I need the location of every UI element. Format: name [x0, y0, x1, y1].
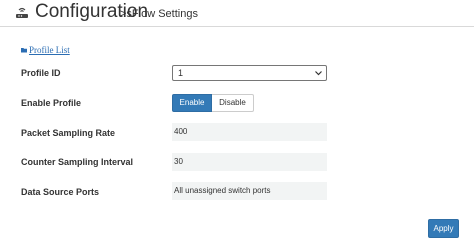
apply-button[interactable]: Apply	[428, 219, 459, 238]
page-subtitle: >sFlow Settings	[120, 8, 198, 20]
router-icon	[16, 7, 28, 18]
enable-profile-label: Enable Profile	[21, 98, 82, 108]
enable-button[interactable]: Enable	[172, 94, 212, 112]
profile-id-label: Profile ID	[21, 68, 61, 78]
enable-profile-toggle: Enable Disable	[172, 94, 254, 112]
packet-sampling-rate-input[interactable]: 400	[172, 123, 327, 141]
counter-sampling-interval-label: Counter Sampling Interval	[21, 157, 134, 167]
counter-sampling-interval-input[interactable]: 30	[172, 153, 327, 171]
page-header: Configuration >sFlow Settings	[0, 0, 474, 27]
disable-button[interactable]: Disable	[212, 94, 254, 112]
profile-list-label[interactable]: Profile List	[29, 45, 70, 55]
data-source-ports-field[interactable]: All unassigned switch ports	[172, 182, 327, 200]
profile-id-select[interactable]: 1	[172, 65, 327, 81]
profile-id-value: 1	[178, 68, 184, 78]
packet-sampling-rate-label: Packet Sampling Rate	[21, 128, 116, 138]
profile-list-link[interactable]: Profile List	[21, 45, 70, 55]
folder-open-icon	[21, 48, 27, 53]
chevron-down-icon	[315, 71, 322, 76]
data-source-ports-label: Data Source Ports	[21, 187, 100, 197]
